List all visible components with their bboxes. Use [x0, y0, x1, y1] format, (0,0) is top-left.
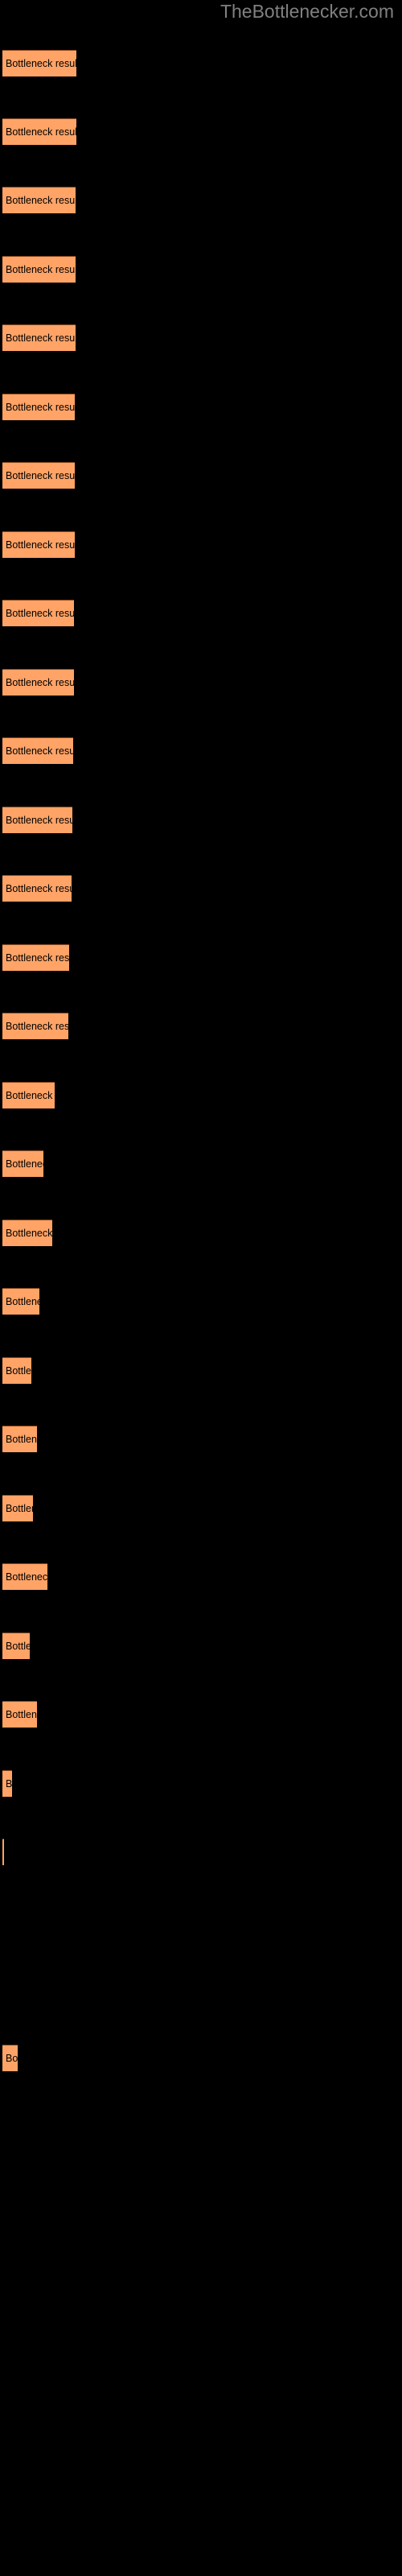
bar-label: Bottleneck result: [6, 1434, 37, 1445]
bar-label: Bottleneck result: [6, 1228, 52, 1239]
bar-2[interactable]: Bottleneck result: [2, 118, 76, 145]
bar-15[interactable]: Bottleneck result: [2, 1013, 68, 1039]
bar-20[interactable]: Bottleneck result: [2, 1357, 31, 1384]
bar-row: Bottleneck result: [2, 807, 72, 833]
bar-row: Bottleneck result: [2, 256, 76, 283]
bar-label: Bottleneck result: [6, 815, 72, 826]
bar-18[interactable]: Bottleneck result: [2, 1220, 52, 1246]
bar-10[interactable]: Bottleneck result: [2, 669, 74, 696]
bar-label: Bottleneck result: [6, 1090, 55, 1101]
bar-row: Bottleneck result: [2, 1839, 4, 1865]
bar-row: Bottleneck result: [2, 531, 75, 558]
bar-24[interactable]: Bottleneck result: [2, 1633, 30, 1659]
bar-row: Bottleneck result: [2, 1633, 30, 1659]
bar-label: Bottleneck result: [6, 1503, 33, 1514]
bar-label: Bottleneck result: [6, 195, 76, 206]
bar-row: Bottleneck result: [2, 1426, 37, 1452]
bar-row: Bottleneck result: [2, 462, 75, 489]
bar-27[interactable]: Bottleneck result: [2, 1839, 4, 1865]
bar-3[interactable]: Bottleneck result: [2, 187, 76, 213]
bar-label: Bottleneck result: [6, 1641, 30, 1652]
bar-25[interactable]: Bottleneck result: [2, 1701, 37, 1728]
bar-23[interactable]: Bottleneck result: [2, 1563, 47, 1590]
bar-row: Bottleneck result: [2, 50, 76, 76]
bar-row: Bottleneck result: [2, 1563, 47, 1590]
bar-row: Bottleneck result: [2, 944, 69, 971]
bar-row: Bottleneck result: [2, 600, 74, 626]
bar-label: Bottleneck result: [6, 952, 69, 964]
bar-label: Bottleneck result: [6, 1709, 37, 1720]
bottleneck-bar-chart: TheBottlenecker.com Bottleneck result Bot…: [0, 0, 402, 2576]
bar-13[interactable]: Bottleneck result: [2, 875, 72, 902]
bar-label: Bottleneck result: [6, 1778, 12, 1790]
bar-26[interactable]: Bottleneck result: [2, 1770, 12, 1797]
bar-14[interactable]: Bottleneck result: [2, 944, 69, 971]
bar-row: Bottleneck result: [2, 1220, 52, 1246]
bar-label: Bottleneck result: [6, 470, 75, 481]
bar-row: Bottleneck result: [2, 669, 74, 696]
bar-7[interactable]: Bottleneck result: [2, 462, 75, 489]
bar-label: Bottleneck result: [6, 332, 76, 344]
bar-4[interactable]: Bottleneck result: [2, 256, 76, 283]
bar-row: Bottleneck result: [2, 1770, 12, 1797]
bar-6[interactable]: Bottleneck result: [2, 394, 75, 420]
bar-row: Bottleneck result: [2, 187, 76, 213]
bar-21[interactable]: Bottleneck result: [2, 1426, 37, 1452]
bar-row: Bottleneck result: [2, 324, 76, 351]
bar-label: Bottleneck result: [6, 539, 75, 551]
bar-label: Bottleneck result: [6, 745, 73, 757]
bar-5[interactable]: Bottleneck result: [2, 324, 76, 351]
bar-label: Bottleneck result: [6, 1021, 68, 1032]
bar-row: Bottleneck result: [2, 1357, 31, 1384]
bar-label: Bottleneck result: [6, 264, 76, 275]
bar-row: Bottleneck result: [2, 875, 72, 902]
bar-row: Bottleneck result: [2, 1701, 37, 1728]
bar-label: Bottleneck result: [6, 126, 76, 138]
bar-12[interactable]: Bottleneck result: [2, 807, 72, 833]
bar-row: Bottleneck result: [2, 118, 76, 145]
bar-label: Bottleneck result: [6, 677, 74, 688]
bar-row: Bottleneck result: [2, 1495, 33, 1521]
bar-label: Bottleneck result: [6, 883, 72, 894]
bar-19[interactable]: Bottleneck result: [2, 1288, 39, 1315]
bar-9[interactable]: Bottleneck result: [2, 600, 74, 626]
bar-label: Bottleneck result: [6, 1158, 43, 1170]
bar-28[interactable]: Bottleneck result: [2, 2045, 18, 2071]
bar-label: Bottleneck result: [6, 1296, 39, 1307]
bar-row: Bottleneck result: [2, 1013, 68, 1039]
bar-row: Bottleneck result: [2, 1082, 55, 1108]
bar-series-layer: Bottleneck result Bottleneck result Bottle…: [0, 0, 402, 2576]
bar-row: Bottleneck result: [2, 1288, 39, 1315]
bar-row: Bottleneck result: [2, 1150, 43, 1177]
bar-22[interactable]: Bottleneck result: [2, 1495, 33, 1521]
bar-label: Bottleneck result: [6, 402, 75, 413]
bar-row: Bottleneck result: [2, 737, 73, 764]
bar-label: Bottleneck result: [6, 1571, 47, 1583]
bar-11[interactable]: Bottleneck result: [2, 737, 73, 764]
bar-label: Bottleneck result: [6, 2053, 18, 2064]
bar-8[interactable]: Bottleneck result: [2, 531, 75, 558]
bar-label: Bottleneck result: [6, 58, 76, 69]
bar-row: Bottleneck result: [2, 2045, 18, 2071]
bar-1[interactable]: Bottleneck result: [2, 50, 76, 76]
bar-16[interactable]: Bottleneck result: [2, 1082, 55, 1108]
bar-row: Bottleneck result: [2, 394, 75, 420]
bar-17[interactable]: Bottleneck result: [2, 1150, 43, 1177]
bar-label: Bottleneck result: [6, 1365, 31, 1377]
bar-label: Bottleneck result: [6, 608, 74, 619]
